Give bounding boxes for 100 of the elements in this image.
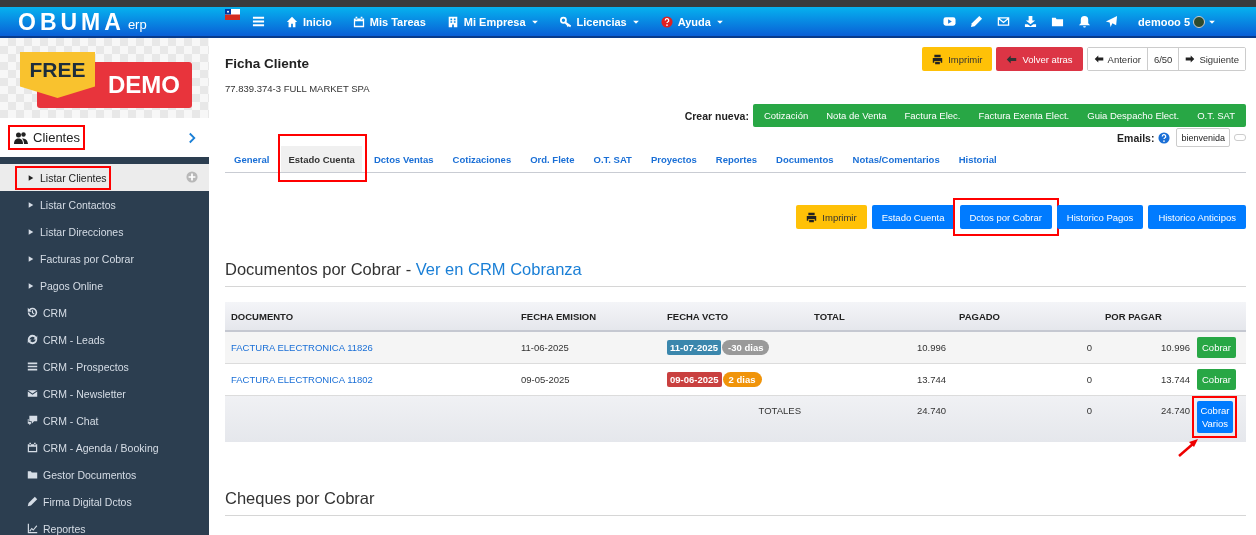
report-button[interactable]: Estado Cuenta <box>871 205 955 229</box>
pen-icon <box>27 496 38 507</box>
plus-icon <box>186 171 198 183</box>
tab[interactable]: Dctos Ventas <box>366 146 441 172</box>
report-button[interactable]: Historico Anticipos <box>1148 205 1246 229</box>
column-header: FECHA VCTO <box>661 302 808 332</box>
table-cell: 0 <box>953 332 1099 364</box>
folder-icon <box>27 469 38 480</box>
sidebar-label: CRM - Newsletter <box>43 387 126 400</box>
section-label: Clientes <box>33 130 80 145</box>
page-title: Ficha Cliente <box>225 56 311 71</box>
nav-item[interactable]: Mis Tareas <box>352 15 426 28</box>
sidebar-item[interactable]: CRM - Leads <box>0 326 209 353</box>
crm-link[interactable]: Ver en CRM Cobranza <box>415 260 582 278</box>
create-button[interactable]: Factura Exenta Elect. <box>969 110 1079 121</box>
user-menu[interactable]: demooo 5 <box>1138 15 1216 28</box>
document-link[interactable]: FACTURA ELECTRONICA 11826 <box>231 342 373 353</box>
section-header[interactable]: Clientes <box>0 118 209 157</box>
list-icon <box>27 361 38 372</box>
help-icon <box>1158 131 1171 144</box>
triangle-icon <box>27 281 35 290</box>
create-button[interactable]: O.T. SAT <box>1188 110 1244 121</box>
toolbar-button[interactable] <box>997 15 1011 28</box>
report-button[interactable]: Historico Pagos <box>1056 205 1144 229</box>
chart-icon <box>27 523 38 534</box>
toolbar-button[interactable] <box>970 15 984 28</box>
report-button[interactable]: Dctos por Cobrar <box>959 205 1052 229</box>
column-header: FECHA EMISION <box>515 302 661 332</box>
toggle-icon[interactable] <box>1234 134 1246 141</box>
create-button[interactable]: Factura Elec. <box>895 110 970 121</box>
days-badge: 2 dias <box>722 372 762 387</box>
create-button[interactable]: Nota de Venta <box>817 110 896 121</box>
sidebar-item[interactable]: CRM - Chat <box>0 407 209 434</box>
flag-icon[interactable] <box>225 9 240 20</box>
arrow-left-icon <box>1093 54 1104 64</box>
calendar-icon <box>352 15 365 28</box>
tab[interactable]: O.T. SAT <box>586 146 639 172</box>
tab[interactable]: Reportes <box>708 146 764 172</box>
table-cell: 0 <box>953 396 1099 442</box>
days-badge: -30 dias <box>722 340 770 355</box>
toolbar-button[interactable] <box>1051 15 1065 28</box>
tab[interactable]: Proyectos <box>643 146 704 172</box>
tab[interactable]: Notas/Comentarios <box>845 146 947 172</box>
envelope-icon <box>27 388 38 399</box>
sidebar-label: Pagos Online <box>40 279 104 292</box>
sidebar-item[interactable]: Listar Direcciones <box>0 218 209 245</box>
print-button[interactable]: Imprimir <box>796 205 867 229</box>
sidebar-label: CRM <box>43 306 67 319</box>
nav-item[interactable]: Ayuda <box>660 15 724 28</box>
pen-icon <box>970 15 984 28</box>
toolbar-button[interactable] <box>943 15 957 28</box>
sidebar-label: Gestor Documentos <box>43 468 137 481</box>
create-button[interactable]: Cotización <box>754 110 818 121</box>
sidebar-label: Listar Clientes <box>40 171 107 184</box>
create-button[interactable]: Guia Despacho Elect. <box>1078 110 1189 121</box>
sidebar-item[interactable]: Firma Digital Dctos <box>0 488 209 515</box>
previous-button[interactable]: Anterior <box>1087 48 1148 70</box>
avatar-icon <box>1193 15 1205 28</box>
sidebar-item[interactable]: CRM <box>0 299 209 326</box>
email-template-field[interactable]: bienvenida <box>1176 128 1230 147</box>
logo[interactable]: OBUMA <box>18 9 125 34</box>
back-button[interactable]: Volver atras <box>996 47 1083 71</box>
section-heading: Cheques por Cobrar <box>225 489 1246 516</box>
create-label: Crear nueva: <box>684 109 749 122</box>
sidebar-item[interactable]: Reportes <box>0 515 209 535</box>
tab[interactable]: Cotizaciones <box>445 146 519 172</box>
table-cell: 11-06-2025 <box>515 332 661 364</box>
header-cell <box>1197 302 1246 332</box>
toolbar-button[interactable] <box>1024 15 1038 28</box>
tab[interactable]: Historial <box>951 146 1004 172</box>
sidebar-item[interactable]: Gestor Documentos <box>0 461 209 488</box>
sidebar-item[interactable]: Listar Clientes <box>0 164 209 191</box>
tab[interactable]: Estado Cuenta <box>281 146 362 172</box>
collect-button[interactable]: Cobrar <box>1197 369 1237 390</box>
nav-item[interactable]: Mi Empresa <box>446 15 539 28</box>
sidebar-item[interactable]: CRM - Newsletter <box>0 380 209 407</box>
collect-multiple-button[interactable]: Cobrar Varios <box>1197 401 1233 433</box>
client-name: 77.839.374-3 FULL MARKET SPA <box>225 83 370 94</box>
sidebar-item[interactable]: Facturas por Cobrar <box>0 245 209 272</box>
nav-item[interactable]: Inicio <box>286 15 332 28</box>
sidebar-item[interactable]: CRM - Prospectos <box>0 353 209 380</box>
toolbar-button[interactable] <box>1078 15 1092 28</box>
home-icon <box>286 15 298 28</box>
tab[interactable]: General <box>227 146 277 172</box>
collect-button[interactable]: Cobrar <box>1197 337 1237 358</box>
print-button[interactable]: Imprimir <box>922 47 993 71</box>
toolbar-button[interactable] <box>1105 15 1119 28</box>
sidebar-item[interactable]: Listar Contactos <box>0 191 209 218</box>
tab[interactable]: Ord. Flete <box>523 146 582 172</box>
sidebar-label: Listar Contactos <box>40 198 116 211</box>
document-link[interactable]: FACTURA ELECTRONICA 11802 <box>231 374 373 385</box>
sidebar-item[interactable]: CRM - Agenda / Booking <box>0 434 209 461</box>
printer-icon <box>806 211 818 223</box>
nav-item[interactable]: Licencias <box>559 15 640 28</box>
sidebar-label: CRM - Prospectos <box>43 360 129 373</box>
sidebar-item[interactable]: Pagos Online <box>0 272 209 299</box>
emails-label: Emails: <box>1117 131 1155 144</box>
menu-button[interactable] <box>252 15 265 28</box>
tab[interactable]: Documentos <box>769 146 841 172</box>
download-icon <box>1024 15 1038 28</box>
